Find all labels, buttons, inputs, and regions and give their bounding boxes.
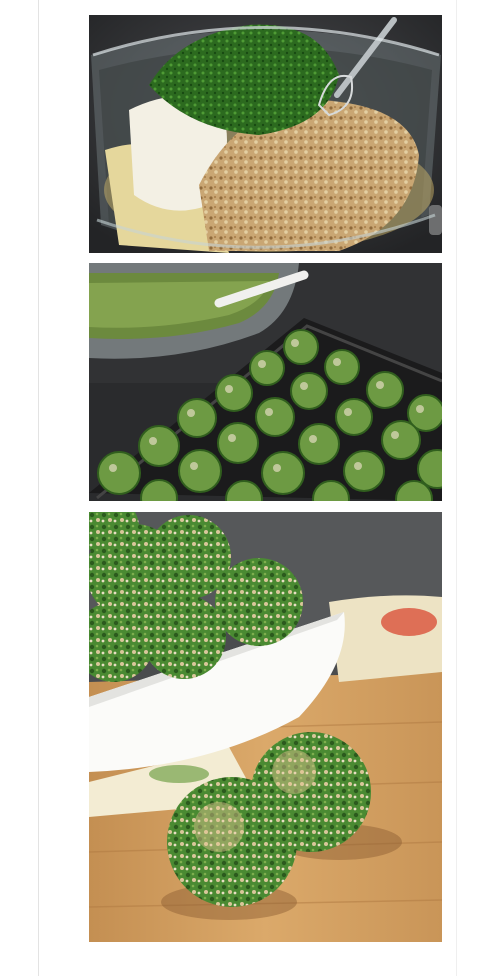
left-divider — [38, 0, 39, 976]
photo-finished-spinach-balls — [89, 512, 442, 942]
right-divider — [456, 0, 457, 976]
photo-mixing-bowl — [89, 15, 442, 253]
photo-baking-sheet — [89, 263, 442, 501]
